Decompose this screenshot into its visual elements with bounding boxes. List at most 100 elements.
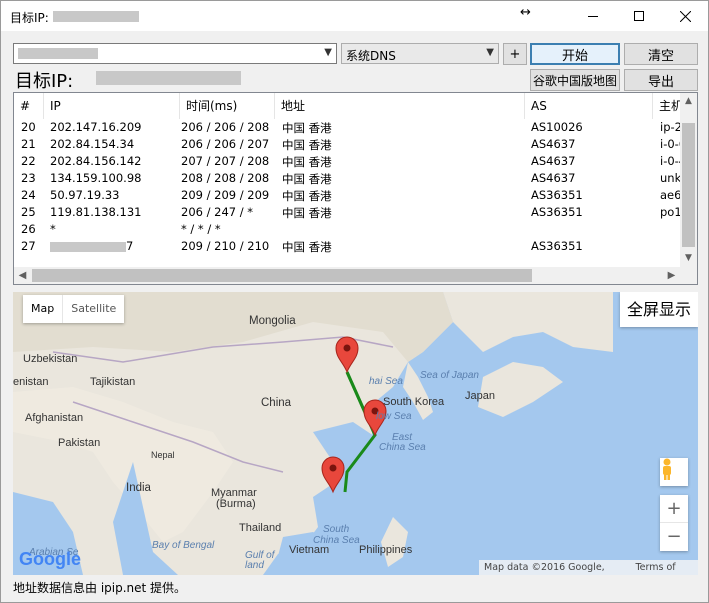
map-type-map-button[interactable]: Map <box>23 295 62 323</box>
col-header-as[interactable]: AS <box>525 93 653 119</box>
footer-note: 地址数据信息由 ipip.net 提供。 <box>13 581 187 595</box>
cell-addr: 中国 香港 <box>282 240 332 254</box>
host-input-combo[interactable]: ▼ <box>13 43 337 64</box>
chevron-down-icon: ▼ <box>324 47 332 58</box>
map-label-east-china-sea-2: China Sea <box>379 442 426 453</box>
title-bar[interactable]: 目标IP: ↔ <box>1 1 708 31</box>
map-label-bay-of-bengal: Bay of Bengal <box>152 540 215 551</box>
col-header-ip[interactable]: IP <box>44 93 180 119</box>
cell-host: po1 <box>660 205 682 219</box>
chevron-down-icon: ▼ <box>486 47 494 58</box>
street-view-pegman[interactable] <box>660 458 688 486</box>
scroll-up-icon[interactable]: ▲ <box>680 93 697 110</box>
map-label-turkmenistan: enistan <box>13 376 49 388</box>
cell-time: 206 / 247 / * <box>181 205 254 219</box>
table-header: # IP 时间(ms) 地址 AS 主机 <box>14 93 697 119</box>
cell-addr: 中国 香港 <box>282 189 332 203</box>
cell-n: 21 <box>21 137 36 151</box>
map-label-india: India <box>126 482 151 494</box>
table-row[interactable]: 24 50.97.19.33 209 / 209 / 209 中国 香港 AS36351… <box>14 188 681 205</box>
cell-n: 20 <box>21 120 36 134</box>
map-label-tajikistan: Tajikistan <box>90 376 136 388</box>
map-label-nepal: Nepal <box>151 450 175 460</box>
dns-value: 系统DNS <box>346 49 396 63</box>
pegman-icon <box>663 458 671 480</box>
col-header-time[interactable]: 时间(ms) <box>180 93 275 119</box>
google-china-map-button[interactable]: 谷歌中国版地图 <box>530 69 620 91</box>
maximize-icon <box>634 11 644 21</box>
dns-select[interactable]: 系统DNS ▼ <box>341 43 499 64</box>
cell-ip: * <box>50 222 56 236</box>
table-row[interactable]: 20 202.147.16.209 206 / 206 / 208 中国 香港 AS10… <box>14 120 689 137</box>
start-button[interactable]: 开始 <box>530 43 620 65</box>
table-row[interactable]: 22 202.84.156.142 207 / 207 / 208 中国 香港 AS46… <box>14 154 686 171</box>
trace-table[interactable]: # IP 时间(ms) 地址 AS 主机 20 202.147.16.209 206… <box>13 92 698 285</box>
map-label-philippines: Philippines <box>359 544 413 556</box>
fullscreen-button[interactable]: 全屏显示 <box>620 292 698 327</box>
map-label-afghanistan: Afghanistan <box>25 412 84 424</box>
terms-of-use-link[interactable]: Terms of Use <box>630 560 698 575</box>
map-label-south-korea: South Korea <box>383 396 445 408</box>
cell-n: 27 <box>21 239 36 253</box>
map-label-uzbekistan: Uzbekistan <box>23 353 78 365</box>
map-label-burma: (Burma) <box>216 498 256 510</box>
zoom-out-button[interactable]: − <box>660 523 688 551</box>
close-button[interactable] <box>662 1 708 31</box>
cell-ip-suffix: 7 <box>126 239 134 253</box>
cell-as: AS36351 <box>531 239 583 253</box>
vertical-scroll-thumb[interactable] <box>682 123 695 247</box>
cell-addr: 中国 香港 <box>282 138 332 152</box>
map-label-gulf-of-2: land <box>245 560 264 571</box>
cell-time: * / * / * <box>181 222 221 236</box>
cell-addr: 中国 香港 <box>282 121 332 135</box>
cell-time: 206 / 206 / 207 <box>181 137 270 151</box>
route-map[interactable]: Mongolia Uzbekistan enistan Tajikistan A… <box>13 292 698 575</box>
minimize-button[interactable] <box>570 1 616 31</box>
map-label-sea-of-japan: Sea of Japan <box>420 370 479 381</box>
export-button[interactable]: 导出 <box>624 69 698 91</box>
vertical-scrollbar[interactable]: ▲ ▼ <box>680 93 697 267</box>
horizontal-scroll-thumb[interactable] <box>32 269 532 282</box>
cell-n: 23 <box>21 171 36 185</box>
map-label-pakistan: Pakistan <box>58 437 101 449</box>
map-label-china: China <box>261 397 292 409</box>
table-row[interactable]: 26 * * / * / * <box>14 222 680 239</box>
cell-ip: 202.84.154.34 <box>50 137 135 151</box>
map-canvas[interactable] <box>13 292 698 575</box>
zoom-in-button[interactable]: + <box>660 495 688 523</box>
scroll-right-icon[interactable]: ▶ <box>663 267 680 284</box>
cell-n: 25 <box>21 205 36 219</box>
cell-as: AS36351 <box>531 205 583 219</box>
cell-ip: 202.84.156.142 <box>50 154 142 168</box>
map-label-south-china-sea: South <box>323 524 350 535</box>
cell-n: 24 <box>21 188 36 202</box>
map-type-satellite-button[interactable]: Satellite <box>62 295 124 323</box>
cell-as: AS36351 <box>531 188 583 202</box>
target-ip-redacted <box>96 71 241 85</box>
minimize-icon <box>588 15 598 17</box>
map-label-mongolia: Mongolia <box>249 315 296 327</box>
cell-ip: 202.147.16.209 <box>50 120 142 134</box>
col-header-index[interactable]: # <box>14 93 44 119</box>
title-redacted-ip <box>53 11 139 22</box>
maximize-button[interactable] <box>616 1 662 31</box>
cell-ip: 119.81.138.131 <box>50 205 142 219</box>
cell-addr: 中国 香港 <box>282 155 332 169</box>
table-row[interactable]: 25 119.81.138.131 206 / 247 / * 中国 香港 AS3635… <box>14 205 682 222</box>
add-dns-button[interactable]: + <box>503 43 527 65</box>
clear-button[interactable]: 清空 <box>624 43 698 65</box>
scroll-down-icon[interactable]: ▼ <box>680 250 697 267</box>
table-row[interactable]: 23 134.159.100.98 208 / 208 / 208 中国 香港 AS46… <box>14 171 689 188</box>
resize-arrows-icon: ↔ <box>520 5 531 20</box>
host-redacted-value <box>18 48 98 59</box>
map-data-credit: Map data ©2016 Google, INEGI <box>484 562 605 573</box>
table-row[interactable]: 27 7 209 / 210 / 210 中国 香港 AS36351 <box>14 239 680 256</box>
col-header-address[interactable]: 地址 <box>275 93 525 119</box>
cell-addr: 中国 香港 <box>282 206 332 220</box>
cell-time: 209 / 210 / 210 <box>181 239 270 253</box>
horizontal-scrollbar[interactable]: ◀ ▶ <box>14 267 697 284</box>
scroll-left-icon[interactable]: ◀ <box>14 267 31 284</box>
table-row[interactable]: 21 202.84.154.34 206 / 206 / 207 中国 香港 AS463… <box>14 137 686 154</box>
target-ip-label: 目标IP: <box>15 71 74 92</box>
cell-addr: 中国 香港 <box>282 172 332 186</box>
